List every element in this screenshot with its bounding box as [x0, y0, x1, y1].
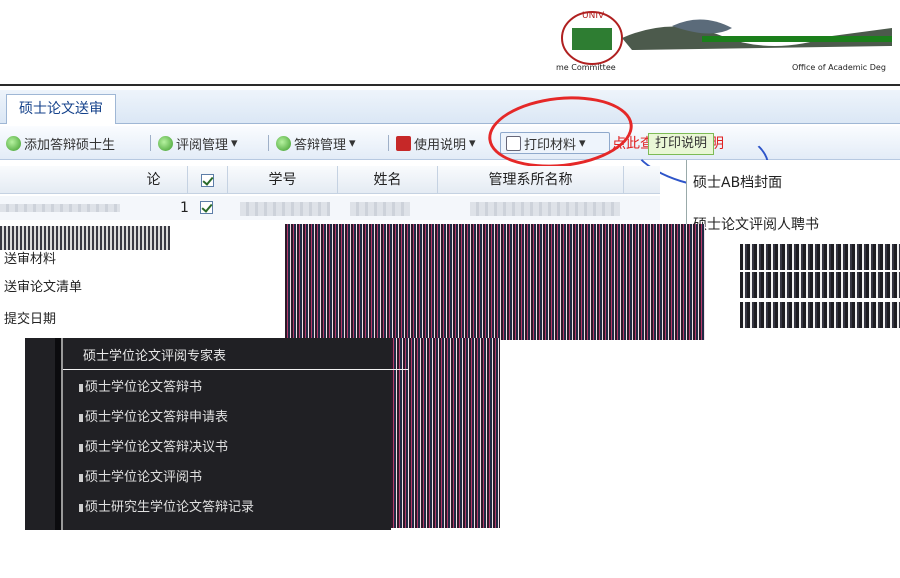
submenu-item-label: 硕士研究生学位论文答辩记录: [85, 500, 255, 515]
tab-strip: 硕士论文送审: [0, 90, 900, 124]
university-logo: UNIV me Committee Office of Academic Deg: [556, 11, 892, 72]
bullet-icon: [79, 414, 83, 422]
submenu-item-label: 硕士学位论文答辩决议书: [85, 440, 229, 455]
help-icon: [396, 135, 411, 151]
usage-guide-button[interactable]: 使用说明 ▾: [396, 133, 476, 153]
add-student-label: 添加答辩硕士生: [24, 137, 116, 153]
select-all-checkbox[interactable]: [201, 173, 214, 187]
logo-text-right: Office of Academic Deg: [792, 63, 886, 72]
submenu-item[interactable]: 硕士学位论文评阅书: [79, 466, 385, 490]
render-artifact: [285, 224, 705, 340]
select-all-checkbox-cell[interactable]: [188, 166, 228, 194]
review-manage-button[interactable]: 评阅管理 ▾: [158, 133, 238, 153]
toolbar-separator: [388, 135, 389, 151]
header-banner: UNIV me Committee Office of Academic Deg: [0, 0, 900, 86]
toolbar-separator: [150, 135, 151, 151]
bullet-icon: [79, 444, 83, 452]
column-header-student-id[interactable]: 学号: [228, 166, 338, 194]
column-header-name[interactable]: 姓名: [338, 166, 438, 194]
redacted-student-id: [240, 202, 330, 216]
grid-header: 论 学号 姓名 管理系所名称: [0, 166, 660, 194]
defense-icon: [276, 135, 291, 151]
seal-text: UNIV: [582, 11, 605, 21]
column-header-department[interactable]: 管理系所名称: [438, 166, 624, 194]
left-fragment: 送审论文清单: [4, 280, 83, 295]
glitch-row: [740, 302, 900, 328]
row-checkbox[interactable]: [200, 201, 213, 214]
banner-divider: [0, 84, 900, 86]
submenu-item-label: 硕士学位论文答辩申请表: [85, 410, 229, 425]
defense-submenu: 硕士学位论文评阅专家表 硕士学位论文答辩书 硕士学位论文答辩申请表 硕士学位论文…: [25, 338, 409, 530]
chevron-down-icon: ▾: [349, 135, 356, 151]
menu-item-ab-cover[interactable]: 硕士AB档封面: [693, 172, 782, 192]
submenu-item-label: 硕士学位论文评阅书: [85, 470, 203, 485]
submenu-item[interactable]: 硕士学位论文答辩书: [79, 376, 385, 400]
left-fragment: 提交日期: [4, 312, 57, 327]
toolbar-separator: [268, 135, 269, 151]
logo-text-left: me Committee: [556, 63, 616, 72]
redacted-cell: [0, 204, 120, 212]
usage-guide-label: 使用说明: [414, 137, 467, 153]
bullet-icon: [79, 384, 83, 392]
bullet-icon: [79, 504, 83, 512]
chevron-down-icon: ▾: [231, 135, 238, 151]
menu-item-reviewer-letter[interactable]: 硕士论文评阅人聘书: [693, 214, 819, 234]
glitch-row: [740, 272, 900, 298]
glitch-row: [740, 244, 900, 270]
column-header[interactable]: 论: [120, 166, 188, 194]
student-grid: 论 学号 姓名 管理系所名称 1: [0, 166, 660, 226]
menu-gutter: [55, 338, 63, 530]
row-number: 1: [180, 200, 189, 216]
glitch-row: [0, 226, 170, 250]
redacted-name: [350, 202, 410, 216]
review-icon: [158, 135, 173, 151]
redacted-department: [470, 202, 620, 216]
tab-thesis-review[interactable]: 硕士论文送审: [6, 94, 116, 124]
add-student-button[interactable]: 添加答辩硕士生: [6, 133, 115, 153]
bullet-icon: [79, 474, 83, 482]
add-icon: [6, 135, 21, 151]
submenu-item[interactable]: 硕士学位论文答辩申请表: [79, 406, 385, 430]
defense-manage-label: 答辩管理: [294, 137, 347, 153]
review-manage-label: 评阅管理: [176, 137, 229, 153]
submenu-item[interactable]: 硕士研究生学位论文答辩记录: [79, 496, 385, 520]
submenu-item-label: 硕士学位论文答辩书: [85, 380, 203, 395]
chevron-down-icon: ▾: [469, 135, 476, 151]
defense-manage-button[interactable]: 答辩管理 ▾: [276, 133, 356, 153]
left-fragment: 送审材料: [4, 252, 57, 267]
submenu-title[interactable]: 硕士学位论文评阅专家表: [63, 344, 409, 370]
submenu-item[interactable]: 硕士学位论文答辩决议书: [79, 436, 385, 460]
